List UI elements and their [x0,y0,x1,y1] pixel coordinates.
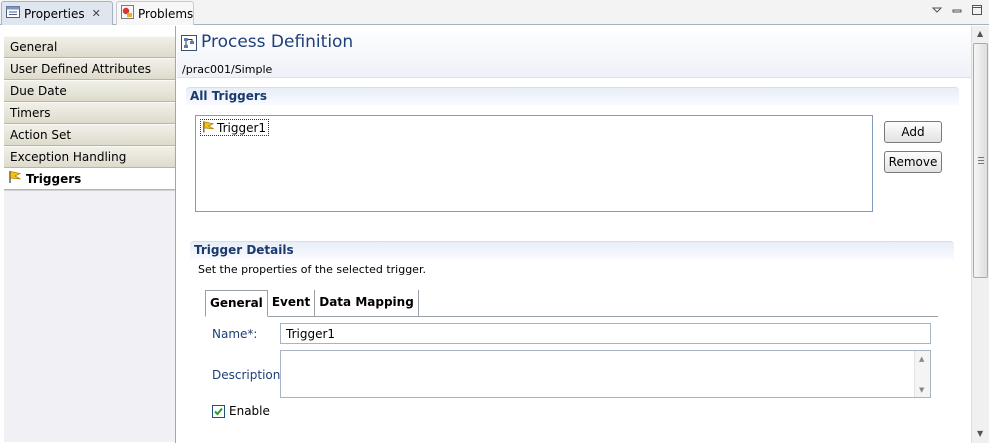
properties-icon [6,6,20,21]
enable-checkbox[interactable] [212,405,225,418]
section-item-exception-handling[interactable]: Exception Handling [4,146,175,168]
trigger-flag-icon [8,169,22,190]
problems-icon [121,5,134,22]
scroll-up-icon[interactable]: ▲ [919,355,924,363]
tab-properties[interactable]: Properties ✕ [1,1,113,25]
scroll-down-icon[interactable]: ▼ [977,429,983,438]
title-header: Process Definition /prac001/Simple [177,26,971,78]
description-field[interactable]: ▲ ▼ [280,350,931,398]
scroll-up-icon[interactable]: ▲ [977,29,983,38]
add-button[interactable]: Add [884,121,942,143]
maximize-icon[interactable] [971,4,983,16]
property-sections-panel: General User Defined Attributes Due Date… [0,26,176,443]
checkmark-icon [214,407,223,416]
all-triggers-header[interactable]: All Triggers [186,87,959,105]
section-item-user-defined-attributes[interactable]: User Defined Attributes [4,58,175,80]
scrollbar-thumb[interactable] [973,43,988,278]
enable-label: Enable [229,404,270,418]
tab-event[interactable]: Event [268,290,316,316]
view-tab-bar: Properties ✕ Problems [0,0,989,25]
tab-data-mapping[interactable]: Data Mapping [315,290,419,316]
properties-content: Process Definition /prac001/Simple All T… [177,26,971,443]
section-item-action-set[interactable]: Action Set [4,124,175,146]
property-sections-list: General User Defined Attributes Due Date… [4,36,175,442]
name-label: Name*: [212,327,258,341]
tab-properties-label: Properties [24,6,85,21]
scroll-down-icon[interactable]: ▼ [919,386,924,394]
trigger-details-description: Set the properties of the selected trigg… [198,263,426,276]
nav-empty-area [4,190,175,442]
list-item-label: Trigger1 [217,120,267,135]
trigger-details-tabs: General Event Data Mapping [205,290,938,317]
process-definition-icon [181,35,197,54]
process-path: /prac001/Simple [182,63,273,76]
page-title: Process Definition [201,32,354,52]
close-icon[interactable]: ✕ [92,7,101,20]
view-menu-icon[interactable] [931,4,943,16]
description-label: Description: [212,368,285,382]
trigger-details-header[interactable]: Trigger Details [190,241,954,259]
description-scrollbar[interactable]: ▲ ▼ [914,351,930,397]
vertical-scrollbar[interactable]: ▲ ▼ [971,26,989,443]
section-item-triggers[interactable]: Triggers [4,168,175,190]
minimize-icon[interactable] [951,4,963,16]
name-field[interactable]: Trigger1 [280,323,931,344]
section-item-timers[interactable]: Timers [4,102,175,124]
list-item[interactable]: Trigger1 [200,119,270,136]
tab-problems-label: Problems [138,6,194,21]
section-item-general[interactable]: General [4,36,175,58]
tab-problems[interactable]: Problems [116,1,194,25]
section-item-due-date[interactable]: Due Date [4,80,175,102]
section-item-label: Triggers [26,171,82,186]
tab-general[interactable]: General [205,290,268,317]
trigger-flag-icon [202,120,215,136]
triggers-list[interactable]: Trigger1 [195,115,873,212]
remove-button[interactable]: Remove [884,151,942,173]
